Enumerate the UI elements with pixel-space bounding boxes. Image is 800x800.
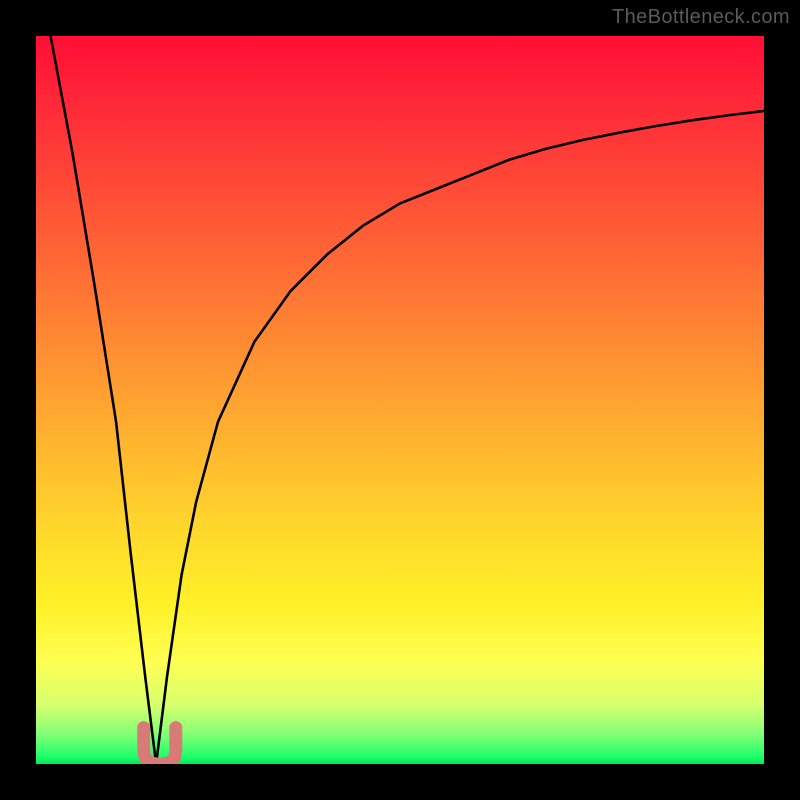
chart-frame: TheBottleneck.com — [0, 0, 800, 800]
plot-area — [36, 36, 764, 764]
bottleneck-curve-svg — [36, 36, 764, 764]
attribution-text: TheBottleneck.com — [612, 6, 790, 29]
curve-path — [51, 36, 764, 764]
